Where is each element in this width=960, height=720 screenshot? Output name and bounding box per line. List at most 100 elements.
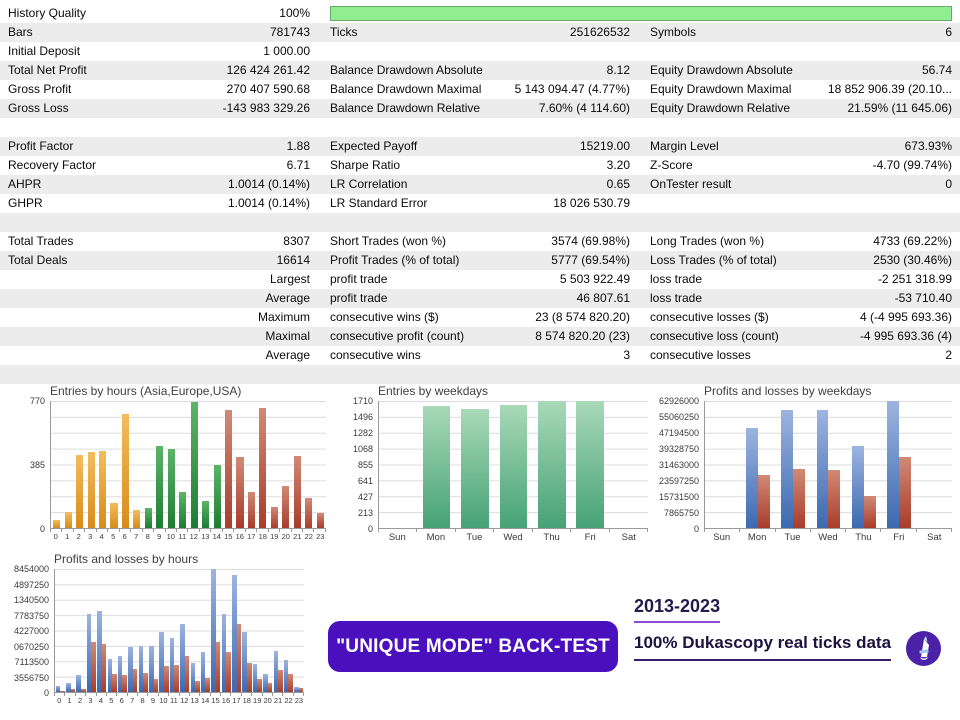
plot-area bbox=[54, 569, 304, 693]
y-axis-label: 0670250 bbox=[13, 641, 49, 652]
losses-bar bbox=[828, 470, 841, 528]
bar-slot bbox=[200, 401, 211, 528]
stat-label: Recovery Factor bbox=[8, 158, 97, 172]
bar bbox=[316, 513, 324, 528]
stat-label: consecutive losses ($) bbox=[650, 310, 769, 324]
x-axis-label: 2 bbox=[77, 696, 83, 705]
x-axis-label: 21 bbox=[273, 696, 283, 705]
bar bbox=[224, 410, 233, 528]
bar-slot bbox=[97, 569, 107, 692]
x-axis-label: 2 bbox=[76, 532, 81, 541]
stat-value: 251626532 bbox=[569, 25, 630, 39]
stat-value: 100% bbox=[279, 6, 310, 20]
stat-label: profit trade bbox=[330, 291, 388, 305]
stat-value: 5 143 094.47 (4.77%) bbox=[514, 82, 630, 96]
y-axis-label: 8454000 bbox=[13, 564, 49, 574]
losses-bar bbox=[298, 687, 304, 692]
column-gap bbox=[630, 137, 650, 156]
y-axis: 770 385 0 bbox=[8, 396, 50, 534]
column-gap bbox=[310, 251, 330, 270]
stat-value: 23 (8 574 820.20) bbox=[535, 310, 630, 324]
bar bbox=[190, 401, 198, 528]
bar bbox=[121, 414, 129, 528]
table-row: Maximal consecutive profit (count) 8 574 8… bbox=[0, 327, 960, 346]
bar bbox=[422, 406, 451, 528]
bar-slot bbox=[62, 401, 73, 528]
losses-bar bbox=[267, 683, 273, 692]
bar bbox=[98, 451, 107, 528]
stat-value: 4 (-4 995 693.36) bbox=[859, 310, 952, 324]
losses-bar bbox=[132, 669, 138, 692]
stat-label: loss trade bbox=[650, 291, 703, 305]
stat-label: Long Trades (won %) bbox=[650, 234, 765, 248]
x-axis-label: 14 bbox=[212, 532, 221, 541]
stat-label: Profit Trades (% of total) bbox=[330, 253, 460, 267]
stat-value: 0.65 bbox=[606, 177, 630, 191]
x-axis-label: 10 bbox=[159, 696, 168, 705]
stat-label: LR Correlation bbox=[330, 177, 408, 191]
stat-label: Balance Drawdown Absolute bbox=[330, 63, 483, 77]
bar-slot bbox=[117, 569, 127, 692]
stat-label bbox=[0, 327, 163, 346]
stat-label: OnTester result bbox=[650, 177, 732, 191]
stat-value: 5777 (69.54%) bbox=[551, 253, 630, 267]
bar-slot bbox=[85, 401, 96, 528]
x-axis-label: Sat bbox=[927, 532, 942, 543]
losses-bar bbox=[899, 456, 912, 528]
bar-slot bbox=[180, 569, 190, 692]
stat-value: 4733 (69.22%) bbox=[873, 234, 952, 248]
bar-slot bbox=[177, 401, 188, 528]
column-gap bbox=[310, 194, 330, 213]
x-axis-label: 6 bbox=[119, 696, 124, 705]
bar-slot bbox=[379, 401, 417, 528]
bar-slot bbox=[148, 569, 159, 692]
bar-slot bbox=[128, 569, 138, 692]
column-gap bbox=[630, 42, 650, 61]
stat-label bbox=[0, 346, 163, 365]
stat-label bbox=[330, 42, 490, 61]
x-axis-label: 15 bbox=[224, 532, 233, 541]
profits-bar bbox=[781, 409, 794, 528]
bar-slot bbox=[108, 401, 119, 528]
stat-label: Total Deals bbox=[8, 253, 68, 267]
bar bbox=[259, 408, 267, 528]
x-axis-label: 1 bbox=[67, 696, 72, 705]
bar bbox=[270, 506, 278, 528]
stat-value: 2530 (30.46%) bbox=[873, 253, 952, 267]
losses-bar bbox=[863, 496, 876, 528]
y-axis-label: 0 bbox=[693, 524, 699, 534]
bar bbox=[293, 456, 301, 528]
stat-value bbox=[810, 42, 960, 61]
x-axis-label: 22 bbox=[284, 696, 293, 705]
bar-slot bbox=[211, 401, 222, 528]
bar-slot bbox=[740, 401, 775, 528]
losses-bar bbox=[122, 675, 127, 692]
column-gap bbox=[630, 23, 650, 42]
brand-logo bbox=[905, 630, 942, 667]
x-axis-label: 4 bbox=[98, 696, 103, 705]
stat-value: 8 574 820.20 (23) bbox=[535, 329, 630, 343]
chart-entries-by-hours: Entries by hours (Asia,Europe,USA) 770 385… bbox=[8, 384, 326, 541]
bar-slot bbox=[188, 401, 199, 528]
losses-bar bbox=[288, 673, 293, 692]
bar bbox=[576, 401, 605, 528]
stat-label: Equity Drawdown Absolute bbox=[650, 63, 793, 77]
x-axis-label: 13 bbox=[201, 532, 210, 541]
bar-slot bbox=[292, 401, 303, 528]
y-axis-label: 3556750 bbox=[13, 672, 49, 683]
y-axis-label: 0 bbox=[43, 688, 49, 698]
bar bbox=[167, 448, 175, 528]
bar-slot bbox=[417, 401, 455, 528]
losses-bar bbox=[80, 688, 86, 692]
stat-value: Largest bbox=[269, 272, 310, 286]
banner-label: "UNIQUE MODE" BACK-TEST bbox=[336, 635, 610, 657]
column-gap bbox=[630, 80, 650, 99]
stat-value: 18 852 906.39 (20.10... bbox=[827, 82, 952, 96]
y-axis-label: 1496 bbox=[352, 412, 373, 422]
progress-bar-fill bbox=[330, 6, 952, 21]
stat-value: 46 807.61 bbox=[576, 291, 630, 305]
table-row: GHPR 1.0014 (0.14%) LR Standard Error 18 02… bbox=[0, 194, 960, 213]
stat-value: 3.20 bbox=[606, 158, 630, 172]
stat-label: GHPR bbox=[8, 196, 43, 210]
x-axis-label: 7 bbox=[134, 532, 139, 541]
